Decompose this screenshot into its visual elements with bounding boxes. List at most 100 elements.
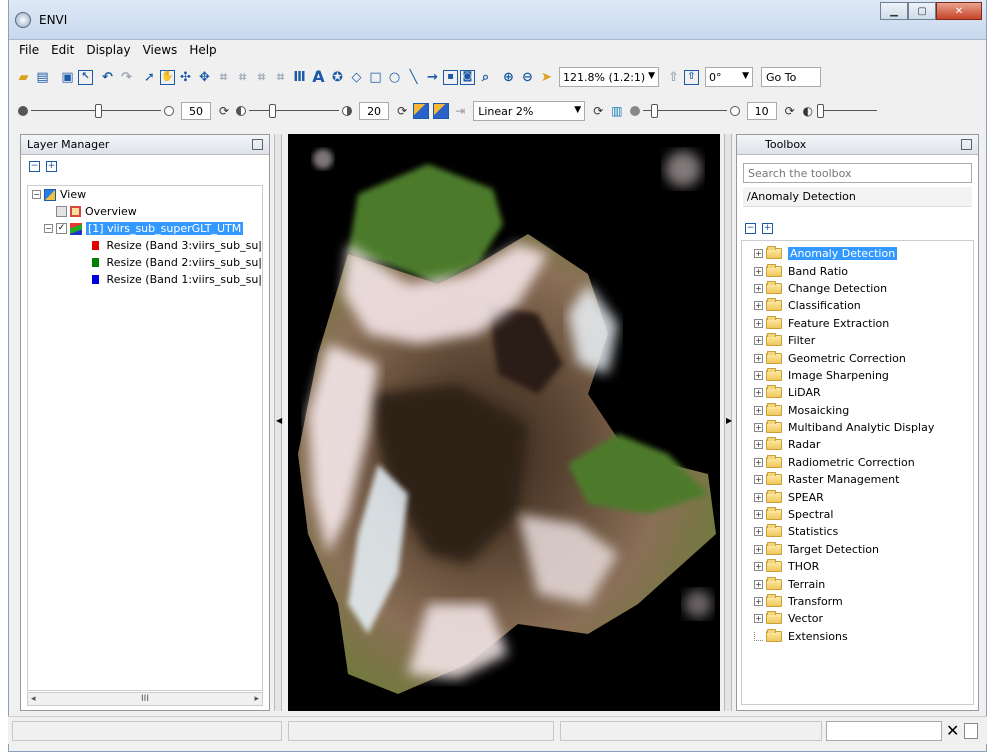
left-splitter[interactable]: ◀ — [274, 134, 282, 711]
vector-create-icon[interactable]: ✥ — [196, 69, 213, 86]
expand-icon[interactable]: + — [754, 388, 763, 398]
expand-icon[interactable]: + — [754, 457, 763, 467]
expand-all-icon[interactable]: + — [46, 161, 57, 172]
zoom-out-icon[interactable]: ⊖ — [519, 69, 536, 86]
picture-annotation-icon[interactable]: ▪ — [443, 69, 458, 85]
toolbox-item[interactable]: + Classification — [742, 297, 973, 314]
expand-icon[interactable]: + — [754, 440, 763, 450]
layer-tree-hscrollbar[interactable]: ◂ III ▸ — [27, 692, 263, 706]
undo-icon[interactable]: ↶ — [99, 69, 116, 86]
reset-sharpen-icon[interactable]: ⟳ — [785, 104, 795, 118]
rectangle-annotation-icon[interactable]: □ — [367, 69, 384, 86]
expand-icon[interactable]: + — [754, 249, 763, 259]
reset-stretch-icon[interactable]: ⟳ — [593, 104, 603, 118]
select-arrow-icon[interactable]: ➚ — [141, 69, 158, 86]
image-view[interactable] — [288, 134, 720, 711]
collapse-all-icon[interactable]: − — [29, 161, 40, 172]
toolbox-item[interactable]: + Image Sharpening — [742, 367, 973, 384]
expand-icon[interactable]: + — [754, 614, 763, 624]
text-annotation-icon[interactable]: A — [310, 69, 327, 86]
maximize-button[interactable]: ▢ — [908, 2, 936, 20]
crosshair-icon[interactable]: ✣ — [177, 69, 194, 86]
overview-checkbox[interactable] — [56, 206, 67, 217]
toolbox-item[interactable]: + SPEAR — [742, 488, 973, 505]
histogram-icon[interactable]: Ⅲ — [291, 69, 308, 86]
scroll-thumb[interactable]: III — [141, 694, 149, 704]
expand-icon[interactable]: + — [754, 353, 763, 363]
redo-icon[interactable]: ↷ — [118, 69, 135, 86]
toolbox-item[interactable]: + Anomaly Detection — [742, 245, 973, 262]
stretch-custom-icon[interactable] — [433, 103, 450, 119]
expand-icon[interactable]: + — [754, 475, 763, 485]
data-manager-icon[interactable]: ▤ — [34, 69, 51, 86]
stretch-auto-icon[interactable] — [413, 103, 430, 119]
ellipse-annotation-icon[interactable]: ○ — [386, 69, 403, 86]
histogram-stretch-icon[interactable]: ▥ — [611, 104, 622, 118]
collapse-icon[interactable]: − — [32, 190, 41, 199]
collapse-all-icon[interactable]: − — [745, 223, 756, 234]
expand-icon[interactable]: + — [754, 597, 763, 606]
toolbox-item[interactable]: + Vector — [742, 610, 973, 627]
join-icon[interactable]: ⌗ — [253, 69, 270, 86]
tree-row-view[interactable]: − View — [28, 186, 262, 203]
toolbox-item[interactable]: + LiDAR — [742, 384, 973, 401]
reset-contrast-icon[interactable]: ⟳ — [397, 104, 407, 118]
float-panel-icon[interactable] — [961, 139, 972, 150]
resize-grip-icon[interactable] — [964, 723, 978, 739]
expand-icon[interactable]: + — [754, 370, 763, 380]
title-bar[interactable]: ENVI ▁ ▢ ✕ — [9, 0, 986, 40]
collapse-left-icon[interactable]: ◀ — [276, 416, 282, 425]
toolbox-item[interactable]: + Band Ratio — [742, 262, 973, 279]
rotate-north-icon[interactable]: ⇧ — [684, 69, 699, 85]
polygon-annotation-icon[interactable]: ◇ — [348, 69, 365, 86]
expand-icon[interactable]: + — [754, 318, 763, 328]
right-splitter[interactable]: ▶ — [724, 134, 732, 711]
brightness-slider[interactable] — [31, 101, 161, 121]
raster-checkbox[interactable]: ✓ — [56, 223, 67, 234]
line-annotation-icon[interactable]: ╲ — [405, 69, 422, 86]
goto-input[interactable]: Go To — [761, 67, 821, 87]
rotate-up-icon[interactable]: ⇧ — [665, 69, 682, 86]
rotation-select[interactable]: 0° ▼ — [705, 67, 753, 87]
expand-icon[interactable]: + — [754, 492, 763, 502]
zoom-select[interactable]: 121.8% (1.2:1) ▼ — [559, 67, 659, 87]
portal-icon[interactable]: ◙ — [460, 69, 475, 85]
expand-icon[interactable]: + — [754, 423, 763, 433]
expand-icon[interactable]: + — [754, 579, 763, 589]
toolbox-item[interactable]: + Change Detection — [742, 280, 973, 297]
vector-edit-icon[interactable]: ⌗ — [215, 69, 232, 86]
menu-display[interactable]: Display — [80, 43, 136, 57]
menu-edit[interactable]: Edit — [45, 43, 80, 57]
contrast-slider[interactable] — [249, 101, 340, 121]
scroll-right-icon[interactable]: ▸ — [254, 694, 259, 704]
toolbox-item[interactable]: + Radiometric Correction — [742, 454, 973, 471]
expand-icon[interactable]: + — [754, 405, 763, 415]
menu-file[interactable]: File — [13, 43, 45, 57]
expand-icon[interactable]: + — [754, 527, 763, 537]
toolbox-item[interactable]: + Spectral — [742, 506, 973, 523]
toolbox-item[interactable]: + Target Detection — [742, 541, 973, 558]
arrow-annotation-icon[interactable]: → — [424, 69, 441, 86]
contrast-value[interactable]: 20 — [359, 102, 390, 120]
expand-icon[interactable]: + — [754, 336, 763, 346]
layer-icon[interactable]: ▣ — [59, 69, 76, 86]
zoom-to-layer-icon[interactable]: ↖ — [78, 69, 93, 85]
close-button[interactable]: ✕ — [936, 2, 982, 20]
toolbox-search-input[interactable]: Search the toolbox — [743, 163, 972, 183]
expand-icon[interactable]: + — [754, 283, 763, 293]
toolbox-item[interactable]: + Geometric Correction — [742, 349, 973, 366]
toolbox-item[interactable]: + Terrain — [742, 575, 973, 592]
sharpen-slider[interactable] — [642, 101, 727, 121]
transparency-slider[interactable] — [817, 101, 878, 121]
menu-help[interactable]: Help — [183, 43, 222, 57]
toolbox-item[interactable]: + Filter — [742, 332, 973, 349]
toolbox-item[interactable]: + Multiband Analytic Display — [742, 419, 973, 436]
apply-stretch-icon[interactable]: ⇥ — [455, 104, 465, 118]
tree-row-band1[interactable]: Resize (Band 1:viirs_sub_su| — [28, 271, 262, 288]
expand-icon[interactable]: + — [754, 544, 763, 554]
toolbox-item[interactable]: + Raster Management — [742, 471, 973, 488]
toolbox-item[interactable]: + Transform — [742, 593, 973, 610]
grid-icon[interactable]: ⌗ — [272, 69, 289, 86]
scroll-left-icon[interactable]: ◂ — [31, 694, 36, 704]
toolbox-item[interactable]: + Radar — [742, 436, 973, 453]
